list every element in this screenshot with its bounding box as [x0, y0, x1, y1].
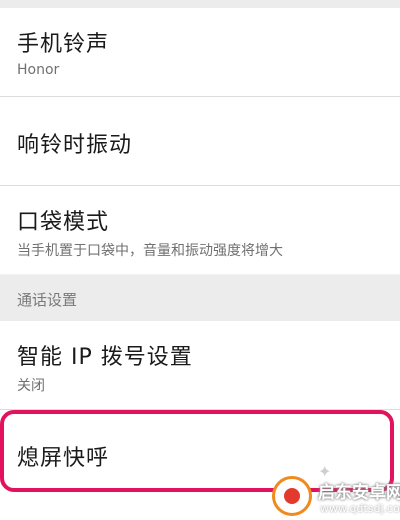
watermark-url: www.qdtsdj.com: [320, 502, 400, 515]
watermark: 启东安卓网 www.qdtsdj.com: [268, 472, 400, 520]
vibrate-on-ring-title: 响铃时振动: [17, 133, 133, 158]
settings-screen: 手机铃声 Honor 响铃时振动 口袋模式 当手机置于口袋中，音量和振动强度将增…: [0, 0, 400, 520]
pocket-mode-title: 口袋模式: [17, 210, 110, 235]
watermark-logo-icon: [272, 476, 312, 516]
ringtone-value: Honor: [17, 62, 60, 78]
screen-off-quick-call-title: 熄屏快呼: [17, 446, 110, 471]
ip-dial-value: 关闭: [17, 378, 45, 394]
pocket-mode-description: 当手机置于口袋中，音量和振动强度将增大: [17, 243, 283, 259]
ringtone-title: 手机铃声: [17, 32, 110, 57]
pocket-mode-row[interactable]: 口袋模式 当手机置于口袋中，音量和振动强度将增大: [0, 186, 400, 274]
ringtone-setting-row[interactable]: 手机铃声 Honor: [0, 8, 400, 96]
ip-dial-setting-row[interactable]: 智能 IP 拨号设置 关闭: [0, 321, 400, 409]
vibrate-on-ring-row[interactable]: 响铃时振动: [0, 97, 400, 185]
section-header-label: 通话设置: [17, 291, 78, 309]
ip-dial-title: 智能 IP 拨号设置: [17, 345, 193, 370]
section-header-call-settings: 通话设置: [0, 275, 400, 321]
top-strip: [0, 0, 400, 8]
watermark-title: 启东安卓网: [318, 483, 400, 503]
